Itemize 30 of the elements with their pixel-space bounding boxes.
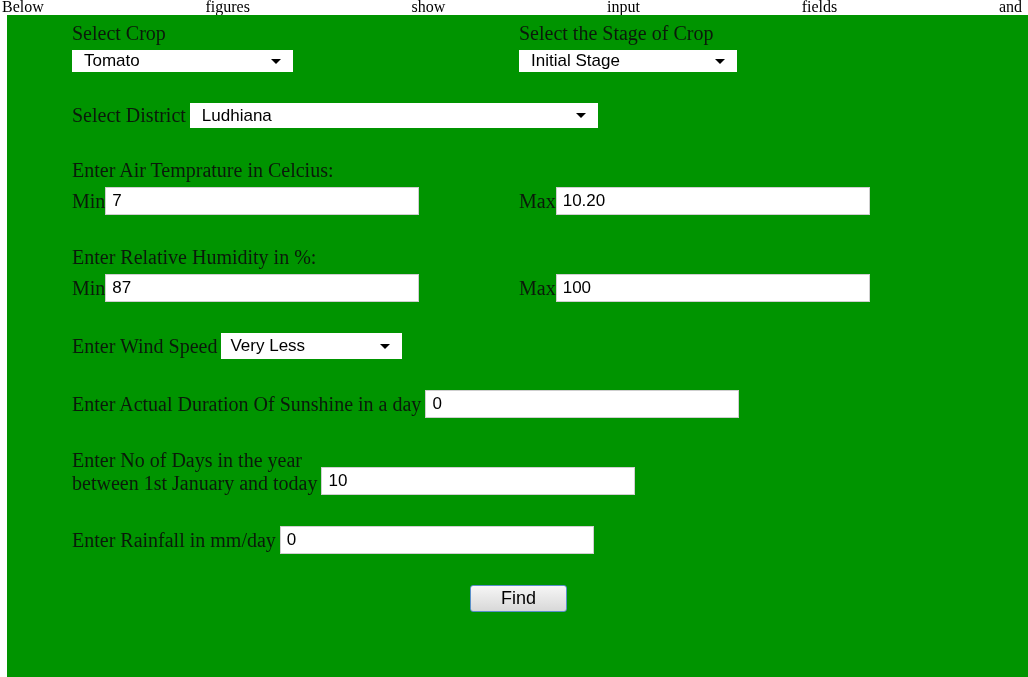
- dropdown[interactable]: Initial Stage: [519, 50, 737, 72]
- input-field[interactable]: 0: [279, 526, 594, 554]
- field-label: Select Crop: [72, 22, 166, 45]
- input-field[interactable]: 7: [105, 187, 420, 215]
- dropdown[interactable]: Ludhiana: [189, 103, 598, 128]
- find-button[interactable]: Find: [470, 585, 567, 612]
- field-label: Enter Actual Duration Of Sunshine in a day: [72, 392, 422, 416]
- field-label: Min: [72, 276, 106, 300]
- field-label: Enter Air Temprature in Celcius:: [72, 159, 335, 182]
- field-label: Max: [519, 276, 556, 300]
- dropdown[interactable]: Very Less: [221, 333, 403, 359]
- caret-icon: [271, 58, 281, 64]
- input-field[interactable]: 100: [555, 274, 870, 302]
- field-label: Enter No of Days in the year between 1st January and today: [72, 449, 318, 495]
- field-label: Enter Rainfall in mm/day: [72, 528, 276, 552]
- intro-text: Below figures show input fields and: [2, 0, 1022, 14]
- input-field[interactable]: 87: [105, 274, 420, 302]
- field-label: Select District: [72, 104, 186, 127]
- field-label: Enter Relative Humidity in %:: [72, 246, 318, 269]
- input-field[interactable]: 10.20: [555, 187, 870, 215]
- input-field[interactable]: 10: [321, 467, 636, 495]
- input-field[interactable]: 0: [425, 390, 740, 418]
- field-label: Enter Wind Speed: [72, 334, 218, 358]
- field-label: Select the Stage of Crop: [519, 22, 714, 45]
- field-label: Max: [519, 189, 556, 213]
- caret-icon: [575, 113, 586, 118]
- dropdown[interactable]: Tomato: [72, 50, 293, 72]
- caret-icon: [380, 343, 391, 349]
- field-label: Min: [72, 189, 106, 213]
- caret-icon: [715, 58, 725, 64]
